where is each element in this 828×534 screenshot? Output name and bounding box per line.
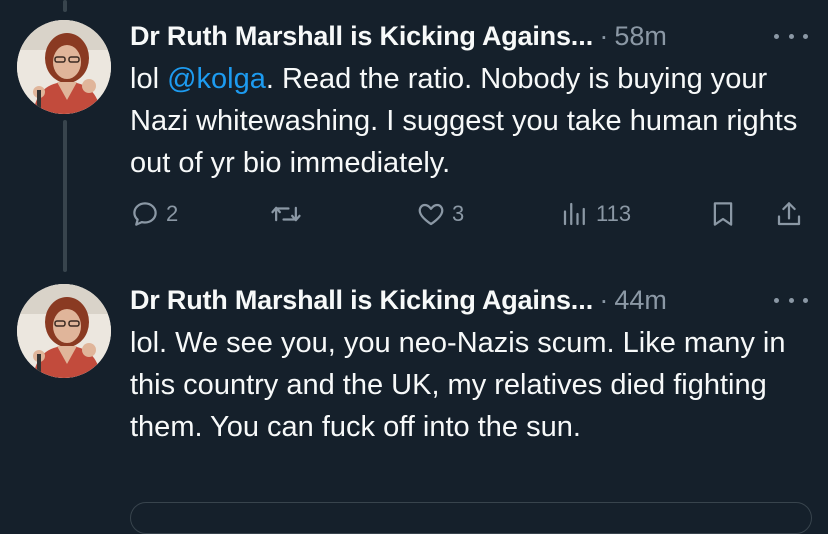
share-icon [777,202,801,226]
separator-dot: · [599,20,609,51]
tweet[interactable]: Dr Ruth Marshall is Kicking Agains ... ·… [0,270,828,514]
avatar[interactable] [17,284,111,378]
tweet-header: Dr Ruth Marshall is Kicking Agains ... ·… [130,18,808,54]
separator-dot: · [599,284,609,315]
mention-link[interactable]: @kolga [167,63,266,95]
author-name-ellipsis: ... [570,284,594,315]
tweet-text: lol. We see you, you neo-Nazis scum. Lik… [130,327,786,443]
bookmark-button[interactable] [708,196,738,232]
tweet-text-part: lol [130,63,168,95]
timestamp[interactable]: 44m [614,285,667,316]
heart-icon [418,203,444,226]
tweet[interactable]: Dr Ruth Marshall is Kicking Agains ... ·… [0,0,828,270]
author-name[interactable]: Dr Ruth Marshall is Kicking Agains [130,285,571,316]
tweet-text: lol @kolga. Read the ratio. Nobody is bu… [130,58,810,184]
retweet-button[interactable] [270,196,302,232]
like-count: 3 [452,201,465,226]
like-button[interactable]: 3 [416,196,464,232]
reply-button[interactable]: 2 [130,196,178,232]
avatar[interactable] [17,20,111,114]
author-name[interactable]: Dr Ruth Marshall is Kicking Agains [130,21,571,52]
author-name-ellipsis: ... [570,20,594,51]
more-icon[interactable] [774,22,808,50]
avatar-image [17,20,111,114]
tweet-actions: 2 3 113 [130,196,810,232]
timestamp[interactable]: 58m [614,21,667,52]
share-button[interactable] [774,196,804,232]
more-icon[interactable] [774,286,808,314]
views-button[interactable]: 113 [560,196,631,232]
reply-icon [133,202,157,226]
view-count: 113 [596,201,632,226]
tweet-header: Dr Ruth Marshall is Kicking Agains ... ·… [130,282,808,318]
avatar-image [17,284,111,378]
views-icon [563,202,585,226]
retweet-icon [271,206,301,222]
embedded-card[interactable] [130,502,812,534]
reply-count: 2 [166,201,179,226]
bookmark-icon [713,202,733,226]
